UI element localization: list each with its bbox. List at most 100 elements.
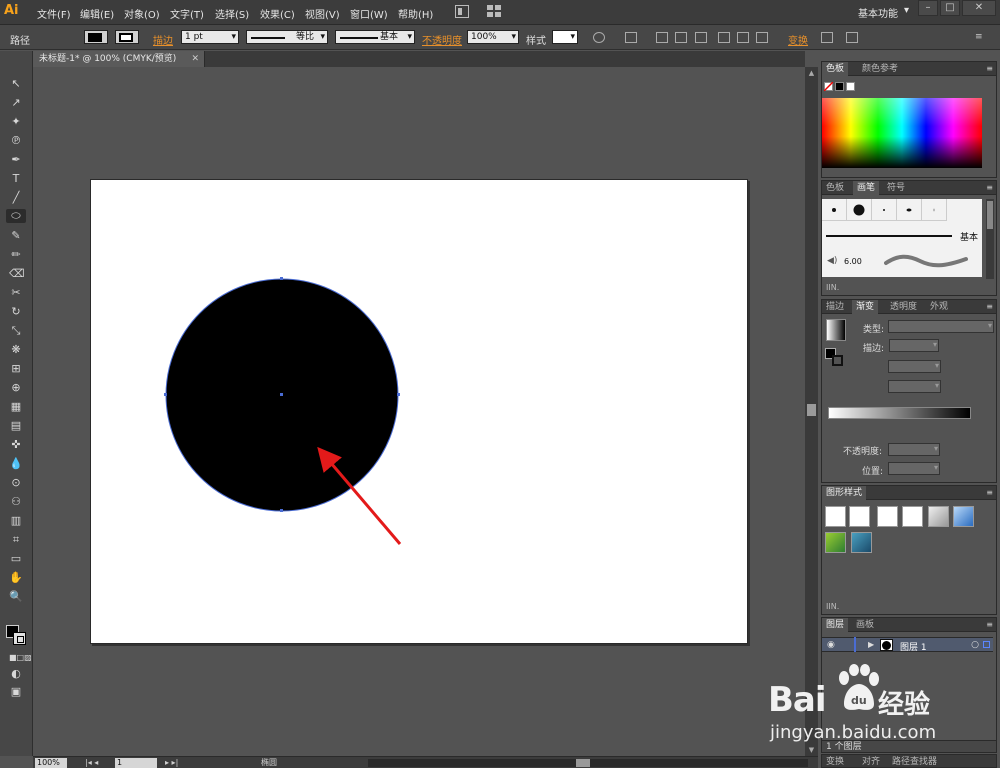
scroll-up-icon[interactable]: ▲ xyxy=(807,69,816,77)
graphic-styles-menu-icon[interactable]: ≡ xyxy=(986,488,993,497)
zoom-tool-icon[interactable]: 🔍 xyxy=(9,590,23,604)
gradient-tool-icon[interactable]: ✜ xyxy=(9,438,23,452)
eraser-tool-icon[interactable]: ✂ xyxy=(9,286,23,300)
brush-round-large[interactable] xyxy=(847,199,872,221)
brush-dot-tiny[interactable] xyxy=(872,199,897,221)
style-white[interactable] xyxy=(877,506,898,527)
blend-tool-icon[interactable]: ⊙ xyxy=(9,476,23,490)
tab-layers[interactable]: 图层 xyxy=(822,618,849,632)
paintbrush-tool-icon[interactable]: ✎ xyxy=(9,229,23,243)
shape-builder-tool-icon[interactable]: ⊕ xyxy=(9,381,23,395)
color-spectrum[interactable] xyxy=(822,98,982,168)
none-swatch-icon[interactable] xyxy=(824,82,833,91)
menu-type[interactable]: 文字(T) xyxy=(170,6,204,21)
scroll-thumb[interactable] xyxy=(807,404,816,416)
gradient-panel-menu-icon[interactable]: ≡ xyxy=(986,302,993,311)
tab-artboards[interactable]: 画板 xyxy=(852,618,878,632)
minimize-button[interactable]: – xyxy=(918,0,938,16)
tab-symbols[interactable]: 符号 xyxy=(883,181,909,195)
style-shadow[interactable] xyxy=(928,506,949,527)
blob-brush-tool-icon[interactable]: ⌫ xyxy=(9,267,25,281)
document-tab[interactable]: 未标题-1* @ 100% (CMYK/预览) ✕ xyxy=(33,51,205,67)
tab-gradient[interactable]: 渐变 xyxy=(852,300,879,314)
menu-effect[interactable]: 效果(C) xyxy=(260,6,295,21)
isolate-icon[interactable] xyxy=(821,32,833,43)
perspective-grid-tool-icon[interactable]: ▦ xyxy=(9,400,23,414)
selection-tool-icon[interactable]: ↖ xyxy=(9,77,23,91)
basic-brush-stroke[interactable] xyxy=(826,235,952,237)
tab-appearance[interactable]: 外观 xyxy=(926,300,952,314)
vertical-scrollbar[interactable]: ▲ ▼ xyxy=(805,67,818,756)
menu-file[interactable]: 文件(F) xyxy=(37,6,71,21)
next-artboard-icon[interactable]: ▸ ▸| xyxy=(165,757,178,768)
symbol-sprayer-tool-icon[interactable]: ⚇ xyxy=(9,495,23,509)
style-green-pattern[interactable] xyxy=(825,532,846,553)
fill-swatch[interactable] xyxy=(84,30,108,44)
horizontal-scrollbar[interactable] xyxy=(368,759,808,767)
artboard-tool-icon[interactable]: ⌗ xyxy=(9,533,23,547)
arrange-documents-icon[interactable] xyxy=(487,5,503,18)
gradient-position-input[interactable] xyxy=(888,462,940,475)
variable-width-profile-dropdown[interactable]: 等比 xyxy=(246,30,328,44)
screen-mode-icon[interactable]: ▣ xyxy=(9,685,23,699)
magic-wand-tool-icon[interactable]: ✦ xyxy=(9,115,23,129)
maximize-button[interactable]: □ xyxy=(940,0,960,16)
black-swatch[interactable] xyxy=(835,82,844,91)
tab-swatches[interactable]: 色板 xyxy=(822,181,848,195)
gradient-preview-swatch[interactable] xyxy=(826,319,846,341)
tab-stroke[interactable]: 描边 xyxy=(822,300,848,314)
style-split[interactable] xyxy=(902,506,923,527)
column-graph-tool-icon[interactable]: ▥ xyxy=(9,514,23,528)
gradient-slider[interactable] xyxy=(828,407,971,419)
style-default[interactable] xyxy=(825,506,846,527)
layer-row[interactable]: ◉ ▶ 图层 1 ○ xyxy=(822,637,993,653)
lasso-tool-icon[interactable]: ℗ xyxy=(9,134,23,148)
gradient-aspect-input[interactable] xyxy=(888,380,941,393)
align-right-icon[interactable] xyxy=(695,32,707,43)
menu-object[interactable]: 对象(O) xyxy=(124,6,160,21)
gradient-opacity-input[interactable] xyxy=(888,443,940,456)
wave-brush-icon[interactable] xyxy=(884,253,968,269)
menu-select[interactable]: 选择(S) xyxy=(215,6,249,21)
gradient-stroke-icon[interactable] xyxy=(832,355,843,366)
anchor-top[interactable] xyxy=(280,277,283,280)
free-transform-tool-icon[interactable]: ⊞ xyxy=(9,362,23,376)
anchor-left[interactable] xyxy=(164,393,167,396)
tab-pathfinder[interactable]: 路径查找器 xyxy=(888,755,941,768)
tab-align[interactable]: 对齐 xyxy=(858,755,884,768)
canvas-area[interactable] xyxy=(33,67,805,756)
stroke-weight-input[interactable]: 1 pt xyxy=(181,30,239,44)
anchor-right[interactable] xyxy=(397,393,400,396)
eyedropper-tool-icon[interactable]: 💧 xyxy=(9,457,23,471)
graphic-style-dropdown[interactable] xyxy=(552,30,578,44)
target-icon[interactable]: ○ xyxy=(971,640,979,650)
gradient-angle-input[interactable] xyxy=(888,360,941,373)
current-tool-status[interactable]: 椭圆 xyxy=(261,757,277,768)
panel-menu-icon[interactable]: ≡ xyxy=(975,32,987,43)
slice-tool-icon[interactable]: ▭ xyxy=(9,552,23,566)
ellipse-tool-icon[interactable]: ⬭ xyxy=(6,209,26,223)
graphic-style-libraries-icon[interactable]: IIN. xyxy=(826,602,839,611)
mesh-tool-icon[interactable]: ▤ xyxy=(9,419,23,433)
close-button[interactable]: ✕ xyxy=(962,0,996,16)
brush-definition-dropdown[interactable]: 基本 xyxy=(335,30,415,44)
drawing-mode-icon[interactable]: ◐ xyxy=(9,667,23,681)
workspace-switcher[interactable]: 基本功能 xyxy=(858,5,898,20)
selection-indicator[interactable] xyxy=(983,641,990,648)
brush-libraries-menu-icon[interactable]: IIN. xyxy=(826,283,839,292)
pen-tool-icon[interactable]: ✒ xyxy=(9,153,23,167)
tab-brushes[interactable]: 画笔 xyxy=(853,181,880,195)
align-left-icon[interactable] xyxy=(656,32,668,43)
anchor-bottom[interactable] xyxy=(280,509,283,512)
color-panel-menu-icon[interactable]: ≡ xyxy=(986,64,993,73)
tab-graphic-styles[interactable]: 图形样式 xyxy=(822,486,867,500)
center-point-handle[interactable] xyxy=(280,393,283,396)
tab-transparency[interactable]: 透明度 xyxy=(886,300,921,314)
tab-swatches-color[interactable]: 色板 xyxy=(822,62,849,76)
close-tab-icon[interactable]: ✕ xyxy=(191,51,199,67)
align-to-icon[interactable] xyxy=(625,32,637,43)
opacity-link[interactable]: 不透明度 xyxy=(422,32,462,47)
tab-color-guide[interactable]: 颜色参考 xyxy=(858,62,902,76)
expand-layer-icon[interactable]: ▶ xyxy=(868,640,874,649)
brushes-panel-menu-icon[interactable]: ≡ xyxy=(986,183,993,192)
